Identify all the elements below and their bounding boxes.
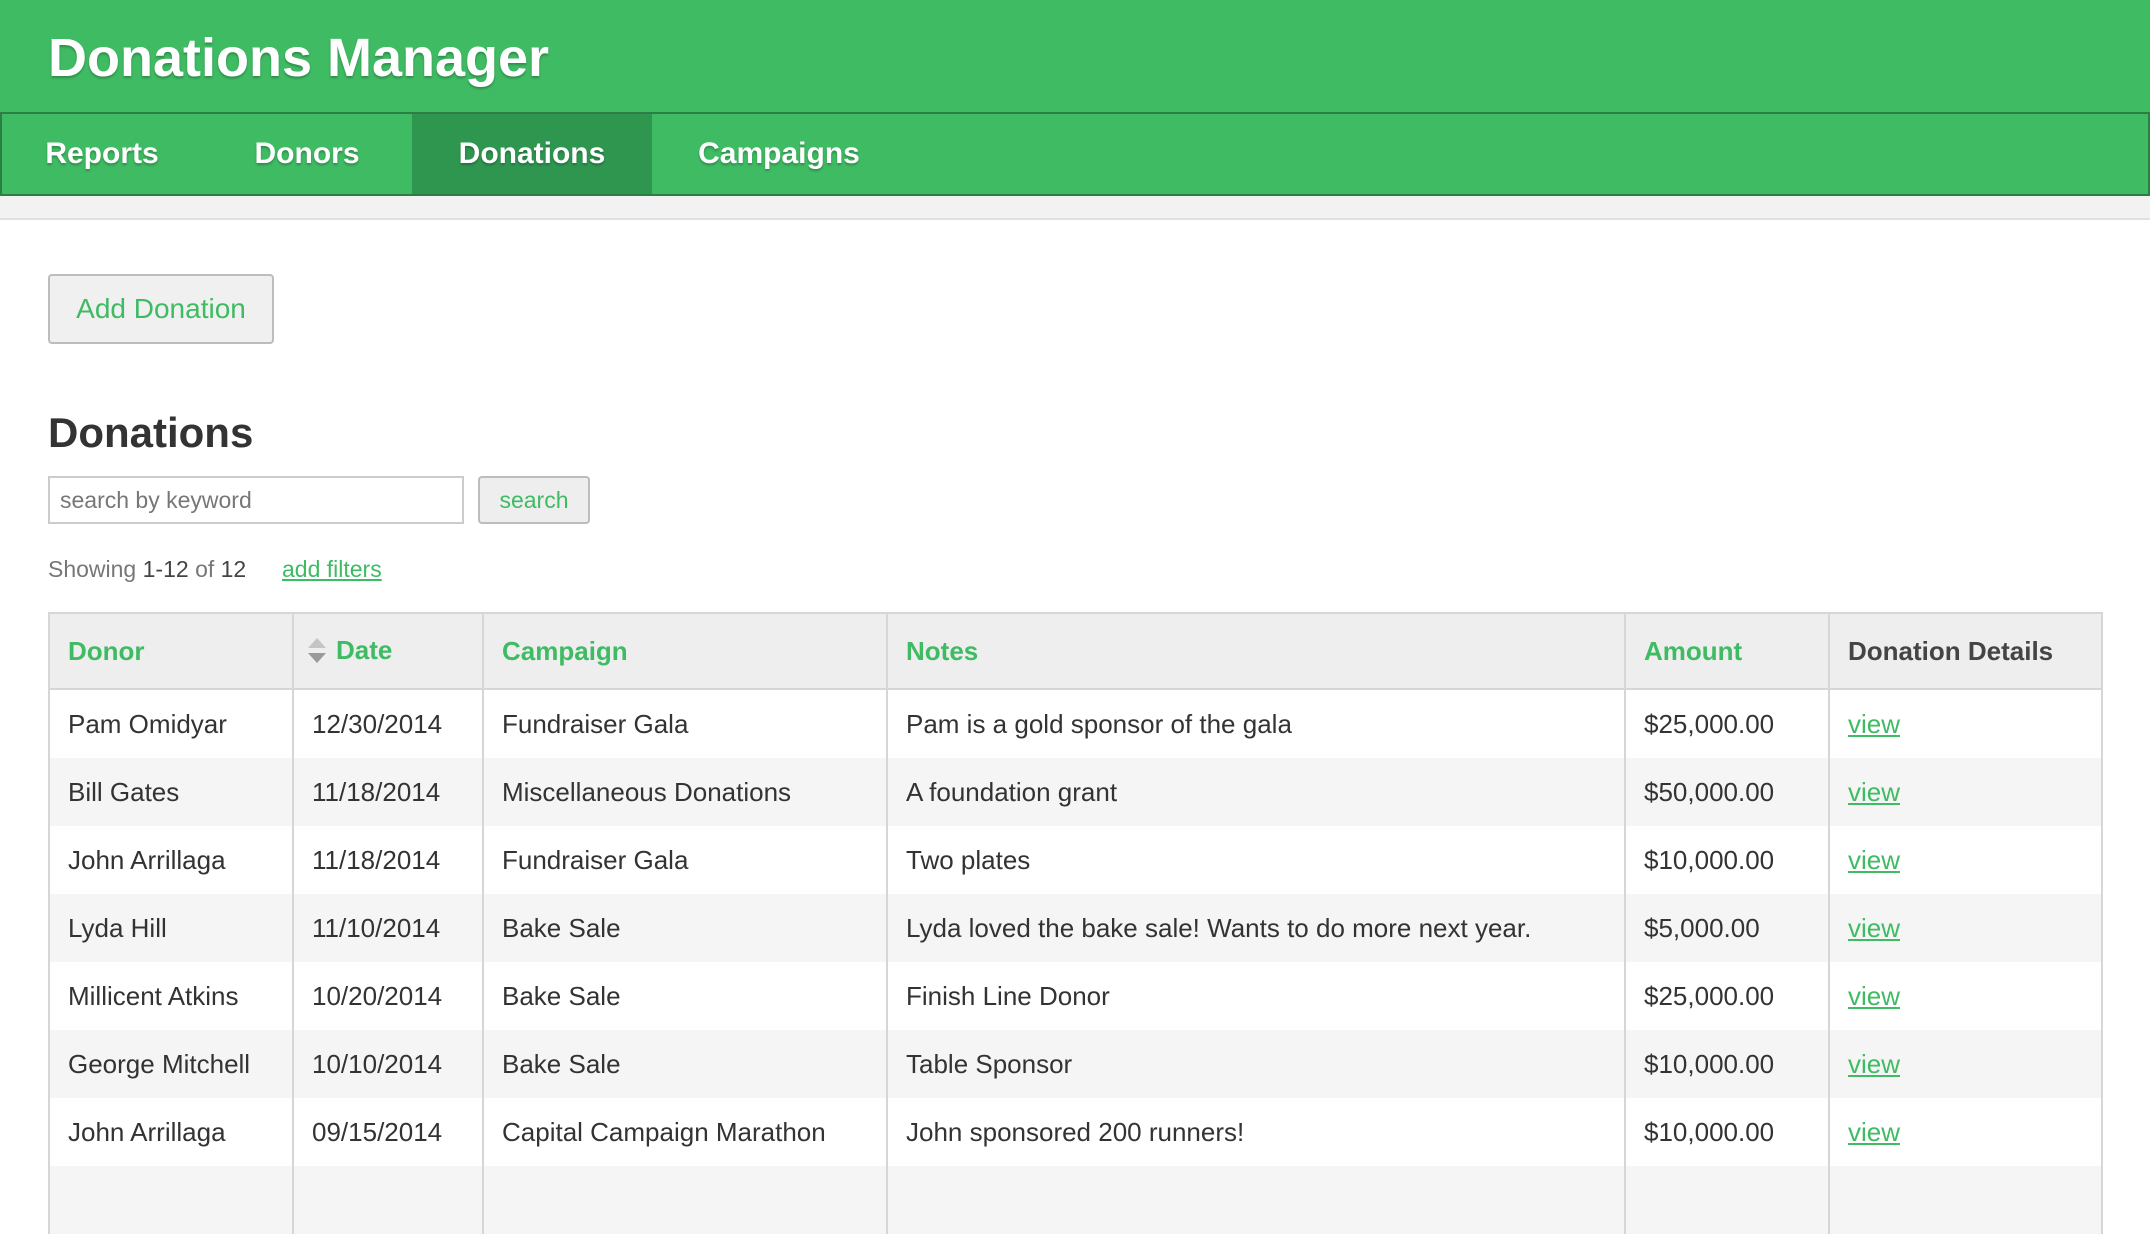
- column-header-amount[interactable]: Amount: [1624, 612, 1830, 690]
- cell-notes: A foundation grant: [886, 758, 1626, 826]
- cell-date: 12/30/2014: [292, 689, 484, 758]
- cell-details: view: [1828, 894, 2103, 962]
- cell-details: view: [1828, 758, 2103, 826]
- section-title: Donations: [48, 409, 254, 456]
- cell-campaign: Fundraiser Gala: [482, 689, 888, 758]
- view-link[interactable]: view: [1848, 1049, 1900, 1079]
- cell-date: [292, 1166, 484, 1234]
- cell-amount: $50,000.00: [1624, 758, 1830, 826]
- table-row: Lyda Hill 11/10/2014 Bake Sale Lyda love…: [48, 894, 2103, 962]
- nav-tab-campaigns[interactable]: Campaigns: [652, 114, 906, 194]
- cell-date: 09/15/2014: [292, 1098, 484, 1166]
- app-title: Donations Manager: [48, 28, 550, 88]
- cell-date: 11/18/2014: [292, 758, 484, 826]
- nav-divider: [0, 196, 2150, 220]
- search-button[interactable]: search: [478, 476, 590, 524]
- cell-donor: Millicent Atkins: [48, 962, 294, 1030]
- cell-notes: Pam is a gold sponsor of the gala: [886, 689, 1626, 758]
- cell-date: 11/18/2014: [292, 826, 484, 894]
- cell-notes: [886, 1166, 1626, 1234]
- nav-tab-donations[interactable]: Donations: [412, 114, 652, 194]
- column-header-donor[interactable]: Donor: [48, 612, 294, 690]
- table-row: George Mitchell 10/10/2014 Bake Sale Tab…: [48, 1030, 2103, 1098]
- cell-amount: $10,000.00: [1624, 1030, 1830, 1098]
- cell-amount: [1624, 1166, 1830, 1234]
- cell-details: view: [1828, 689, 2103, 758]
- cell-donor: [48, 1166, 294, 1234]
- table-row: John Arrillaga 11/18/2014 Fundraiser Gal…: [48, 826, 2103, 894]
- nav-tab-reports[interactable]: Reports: [2, 114, 202, 194]
- cell-notes: Finish Line Donor: [886, 962, 1626, 1030]
- donations-table: Donor Date Campaign Notes Amount Donatio…: [48, 612, 2103, 1234]
- column-header-date[interactable]: Date: [292, 612, 484, 690]
- cell-date: 10/20/2014: [292, 962, 484, 1030]
- cell-notes: Lyda loved the bake sale! Wants to do mo…: [886, 894, 1626, 962]
- table-row: [48, 1166, 2103, 1234]
- cell-details: view: [1828, 826, 2103, 894]
- column-header-donation-details: Donation Details: [1828, 612, 2103, 690]
- cell-amount: $10,000.00: [1624, 1098, 1830, 1166]
- view-link[interactable]: view: [1848, 981, 1900, 1011]
- cell-amount: $10,000.00: [1624, 826, 1830, 894]
- sort-arrows-icon[interactable]: [308, 637, 326, 667]
- cell-campaign: Bake Sale: [482, 894, 888, 962]
- cell-donor: John Arrillaga: [48, 826, 294, 894]
- cell-date: 10/10/2014: [292, 1030, 484, 1098]
- showing-total: 12: [220, 556, 247, 582]
- cell-campaign: Bake Sale: [482, 962, 888, 1030]
- view-link[interactable]: view: [1848, 709, 1900, 739]
- cell-amount: $5,000.00: [1624, 894, 1830, 962]
- main-nav: Reports Donors Donations Campaigns: [0, 112, 2150, 196]
- cell-amount: $25,000.00: [1624, 962, 1830, 1030]
- cell-notes: John sponsored 200 runners!: [886, 1098, 1626, 1166]
- nav-tab-donors[interactable]: Donors: [202, 114, 412, 194]
- cell-campaign: [482, 1166, 888, 1234]
- cell-campaign: Bake Sale: [482, 1030, 888, 1098]
- results-count: Showing 1-12 of 12: [48, 554, 246, 584]
- cell-date: 11/10/2014: [292, 894, 484, 962]
- column-header-notes[interactable]: Notes: [886, 612, 1626, 690]
- cell-details: view: [1828, 962, 2103, 1030]
- cell-details: view: [1828, 1098, 2103, 1166]
- search-input[interactable]: [48, 476, 464, 524]
- table-row: Pam Omidyar 12/30/2014 Fundraiser Gala P…: [48, 689, 2103, 758]
- app-header: Donations Manager: [0, 0, 2150, 112]
- view-link[interactable]: view: [1848, 777, 1900, 807]
- view-link[interactable]: view: [1848, 913, 1900, 943]
- cell-campaign: Fundraiser Gala: [482, 826, 888, 894]
- view-link[interactable]: view: [1848, 1117, 1900, 1147]
- cell-donor: Lyda Hill: [48, 894, 294, 962]
- cell-donor: George Mitchell: [48, 1030, 294, 1098]
- showing-range: 1-12: [142, 556, 189, 582]
- table-row: John Arrillaga 09/15/2014 Capital Campai…: [48, 1098, 2103, 1166]
- cell-campaign: Miscellaneous Donations: [482, 758, 888, 826]
- showing-of: of: [195, 556, 215, 582]
- cell-donor: Bill Gates: [48, 758, 294, 826]
- table-header-row: Donor Date Campaign Notes Amount Donatio…: [48, 612, 2103, 690]
- cell-donor: John Arrillaga: [48, 1098, 294, 1166]
- cell-notes: Two plates: [886, 826, 1626, 894]
- showing-prefix: Showing: [48, 556, 137, 582]
- cell-donor: Pam Omidyar: [48, 689, 294, 758]
- add-donation-button[interactable]: Add Donation: [48, 274, 274, 344]
- column-header-date-label: Date: [336, 634, 393, 665]
- cell-notes: Table Sponsor: [886, 1030, 1626, 1098]
- column-header-campaign[interactable]: Campaign: [482, 612, 888, 690]
- cell-details: [1828, 1166, 2103, 1234]
- cell-campaign: Capital Campaign Marathon: [482, 1098, 888, 1166]
- table-row: Millicent Atkins 10/20/2014 Bake Sale Fi…: [48, 962, 2103, 1030]
- view-link[interactable]: view: [1848, 845, 1900, 875]
- cell-amount: $25,000.00: [1624, 689, 1830, 758]
- cell-details: view: [1828, 1030, 2103, 1098]
- table-row: Bill Gates 11/18/2014 Miscellaneous Dona…: [48, 758, 2103, 826]
- add-filters-link[interactable]: add filters: [282, 554, 382, 584]
